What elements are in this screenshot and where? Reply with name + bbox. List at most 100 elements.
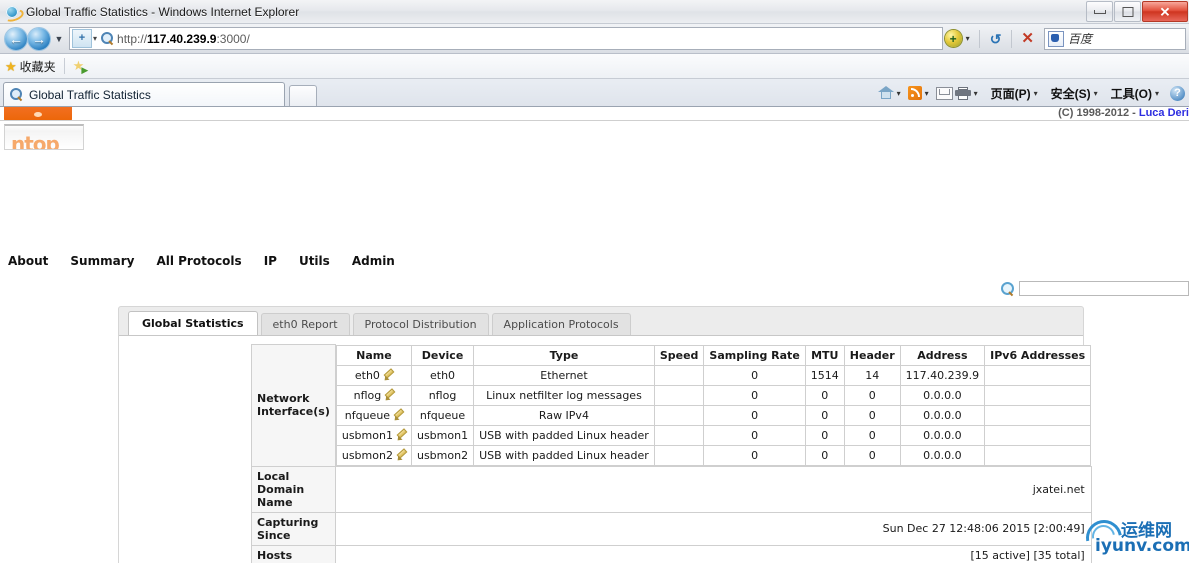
safety-menu-button[interactable]: 安全(S) ▾ (1045, 85, 1103, 102)
search-provider-box[interactable]: 百度 (1044, 28, 1186, 50)
copyright-area: (C) 1998-2012 - Luca Deri (889, 107, 1189, 119)
row-value-local-domain-name: jxatei.net (335, 466, 1091, 512)
cell-type: USB with padded Linux header (474, 445, 655, 465)
cell-mtu: 1514 (805, 365, 844, 385)
cell-interface-name[interactable]: nflog (336, 385, 411, 405)
search-icon (1001, 282, 1014, 295)
divider (64, 58, 65, 74)
print-button[interactable]: ▾ (955, 87, 983, 100)
page-menu-button[interactable]: 页面(P) ▾ (985, 85, 1043, 102)
ntop-logo-text: ntop (11, 132, 59, 150)
statistics-table-wrapper: Network Interface(s) Name Device Type (119, 336, 1083, 563)
shield-icon: + (72, 29, 92, 48)
cell-mtu: 0 (805, 445, 844, 465)
url-bar[interactable]: + ▾ http://117.40.239.9:3000/ (69, 27, 943, 50)
star-icon: ★ (5, 60, 17, 73)
chevron-down-icon[interactable]: ▾ (966, 34, 970, 43)
tab-protocol-distribution[interactable]: Protocol Distribution (353, 313, 489, 335)
forward-button[interactable]: → (28, 28, 50, 50)
col-ipv6-addresses: IPv6 Addresses (985, 345, 1091, 365)
tab-eth0-report[interactable]: eth0 Report (261, 313, 350, 335)
interface-name-label: usbmon2 (342, 449, 393, 462)
url-text: http://117.40.239.9:3000/ (117, 32, 250, 46)
maximize-button[interactable] (1114, 1, 1141, 22)
chevron-down-icon[interactable]: ▾ (93, 34, 97, 43)
cell-type: Linux netfilter log messages (474, 385, 655, 405)
cell-sampling-rate: 0 (704, 365, 805, 385)
home-button[interactable]: ▾ (878, 86, 906, 100)
cell-device: nflog (411, 385, 473, 405)
browser-tab-global-traffic-statistics[interactable]: Global Traffic Statistics (3, 82, 285, 106)
close-button[interactable]: ✕ (1142, 1, 1188, 22)
cell-type: USB with padded Linux header (474, 425, 655, 445)
command-bar: ▾ ▾ ▾ 页面(P) ▾ 安全(S) ▾ 工具(O) (876, 82, 1185, 104)
tab-bar: Global Traffic Statistics ▾ ▾ ▾ 页面(P) ▾ (0, 79, 1189, 107)
nav-item-about[interactable]: About (8, 254, 48, 268)
cell-sampling-rate: 0 (704, 445, 805, 465)
cell-address: 117.40.239.9 (900, 365, 984, 385)
site-search-input[interactable] (1019, 281, 1189, 296)
ntop-logo[interactable]: ntop (4, 124, 84, 150)
row-value-capturing-since: Sun Dec 27 12:48:06 2015 [2:00:49] (335, 512, 1091, 545)
edit-pencil-icon[interactable] (396, 450, 406, 460)
row-label-network-interfaces: Network Interface(s) (252, 345, 336, 467)
col-address: Address (900, 345, 984, 365)
cell-address: 0.0.0.0 (900, 405, 984, 425)
cell-header: 0 (844, 425, 900, 445)
copyright-author-link[interactable]: Luca Deri (1139, 107, 1189, 119)
row-value-hosts: [15 active] [35 total] (335, 545, 1091, 563)
feeds-button[interactable]: ▾ (908, 86, 934, 100)
edit-pencil-icon[interactable] (396, 430, 406, 440)
cell-interface-name[interactable]: usbmon2 (336, 445, 411, 465)
add-to-favorites-bar-button[interactable]: ★ ▶ (73, 57, 85, 75)
tools-menu-button[interactable]: 工具(O) ▾ (1105, 85, 1164, 102)
cell-device: usbmon1 (411, 425, 473, 445)
site-navigation: About Summary All Protocols IP Utils Adm… (0, 250, 1189, 272)
table-row-hosts: Hosts [15 active] [35 total] (252, 545, 1092, 563)
help-button[interactable]: ? (1166, 86, 1185, 101)
minimize-button[interactable] (1086, 1, 1113, 22)
compatibility-view-icon[interactable] (945, 30, 962, 47)
stop-icon[interactable]: ✕ (1021, 31, 1034, 46)
refresh-icon[interactable]: ↺ (990, 32, 1002, 46)
watermark-domain-text: iyunv.com (1095, 536, 1189, 556)
cell-interface-name[interactable]: usbmon1 (336, 425, 411, 445)
nav-item-all-protocols[interactable]: All Protocols (156, 254, 241, 268)
nav-item-summary[interactable]: Summary (70, 254, 134, 268)
cell-interface-name[interactable]: eth0 (336, 365, 411, 385)
col-name: Name (336, 345, 411, 365)
table-row: eth0 eth0 Ethernet 0 1514 14 11 (336, 365, 1090, 385)
cell-address: 0.0.0.0 (900, 385, 984, 405)
edit-pencil-icon[interactable] (393, 410, 403, 420)
site-watermark: 运维网 iyunv.com (1083, 512, 1187, 562)
table-row: usbmon2 usbmon2 USB with padded Linux he… (336, 445, 1090, 465)
new-tab-button[interactable] (289, 85, 317, 106)
tab-global-statistics[interactable]: Global Statistics (128, 311, 258, 335)
tab-application-protocols[interactable]: Application Protocols (492, 313, 631, 335)
chevron-down-icon[interactable]: ▾ (897, 89, 901, 98)
chevron-down-icon[interactable]: ▾ (925, 89, 929, 98)
cell-speed (654, 445, 704, 465)
edit-pencil-icon[interactable] (383, 370, 393, 380)
table-row-capturing-since: Capturing Since Sun Dec 27 12:48:06 2015… (252, 512, 1092, 545)
nav-item-utils[interactable]: Utils (299, 254, 330, 268)
chevron-down-icon[interactable]: ▾ (1155, 89, 1159, 98)
favorites-label[interactable]: 收藏夹 (20, 58, 56, 75)
url-suffix: :3000/ (216, 32, 249, 46)
read-mail-button[interactable] (936, 87, 953, 100)
nav-item-admin[interactable]: Admin (352, 254, 395, 268)
chevron-down-icon[interactable]: ▾ (974, 89, 978, 98)
interface-name-label: nfqueue (345, 409, 390, 422)
navigation-buttons: ← → ▼ (5, 28, 69, 50)
edit-pencil-icon[interactable] (384, 390, 394, 400)
cell-interface-name[interactable]: nfqueue (336, 405, 411, 425)
chevron-down-icon[interactable]: ▾ (1094, 89, 1098, 98)
back-button[interactable]: ← (5, 28, 27, 50)
nav-item-ip[interactable]: IP (264, 254, 277, 268)
chevron-down-icon[interactable]: ▾ (1034, 89, 1038, 98)
favorites-bar: ★ 收藏夹 ★ ▶ (0, 54, 1189, 79)
cell-ipv6 (985, 425, 1091, 445)
rss-icon (908, 86, 922, 100)
recent-pages-dropdown[interactable]: ▼ (52, 34, 66, 44)
title-bar: Global Traffic Statistics - Windows Inte… (0, 0, 1189, 24)
